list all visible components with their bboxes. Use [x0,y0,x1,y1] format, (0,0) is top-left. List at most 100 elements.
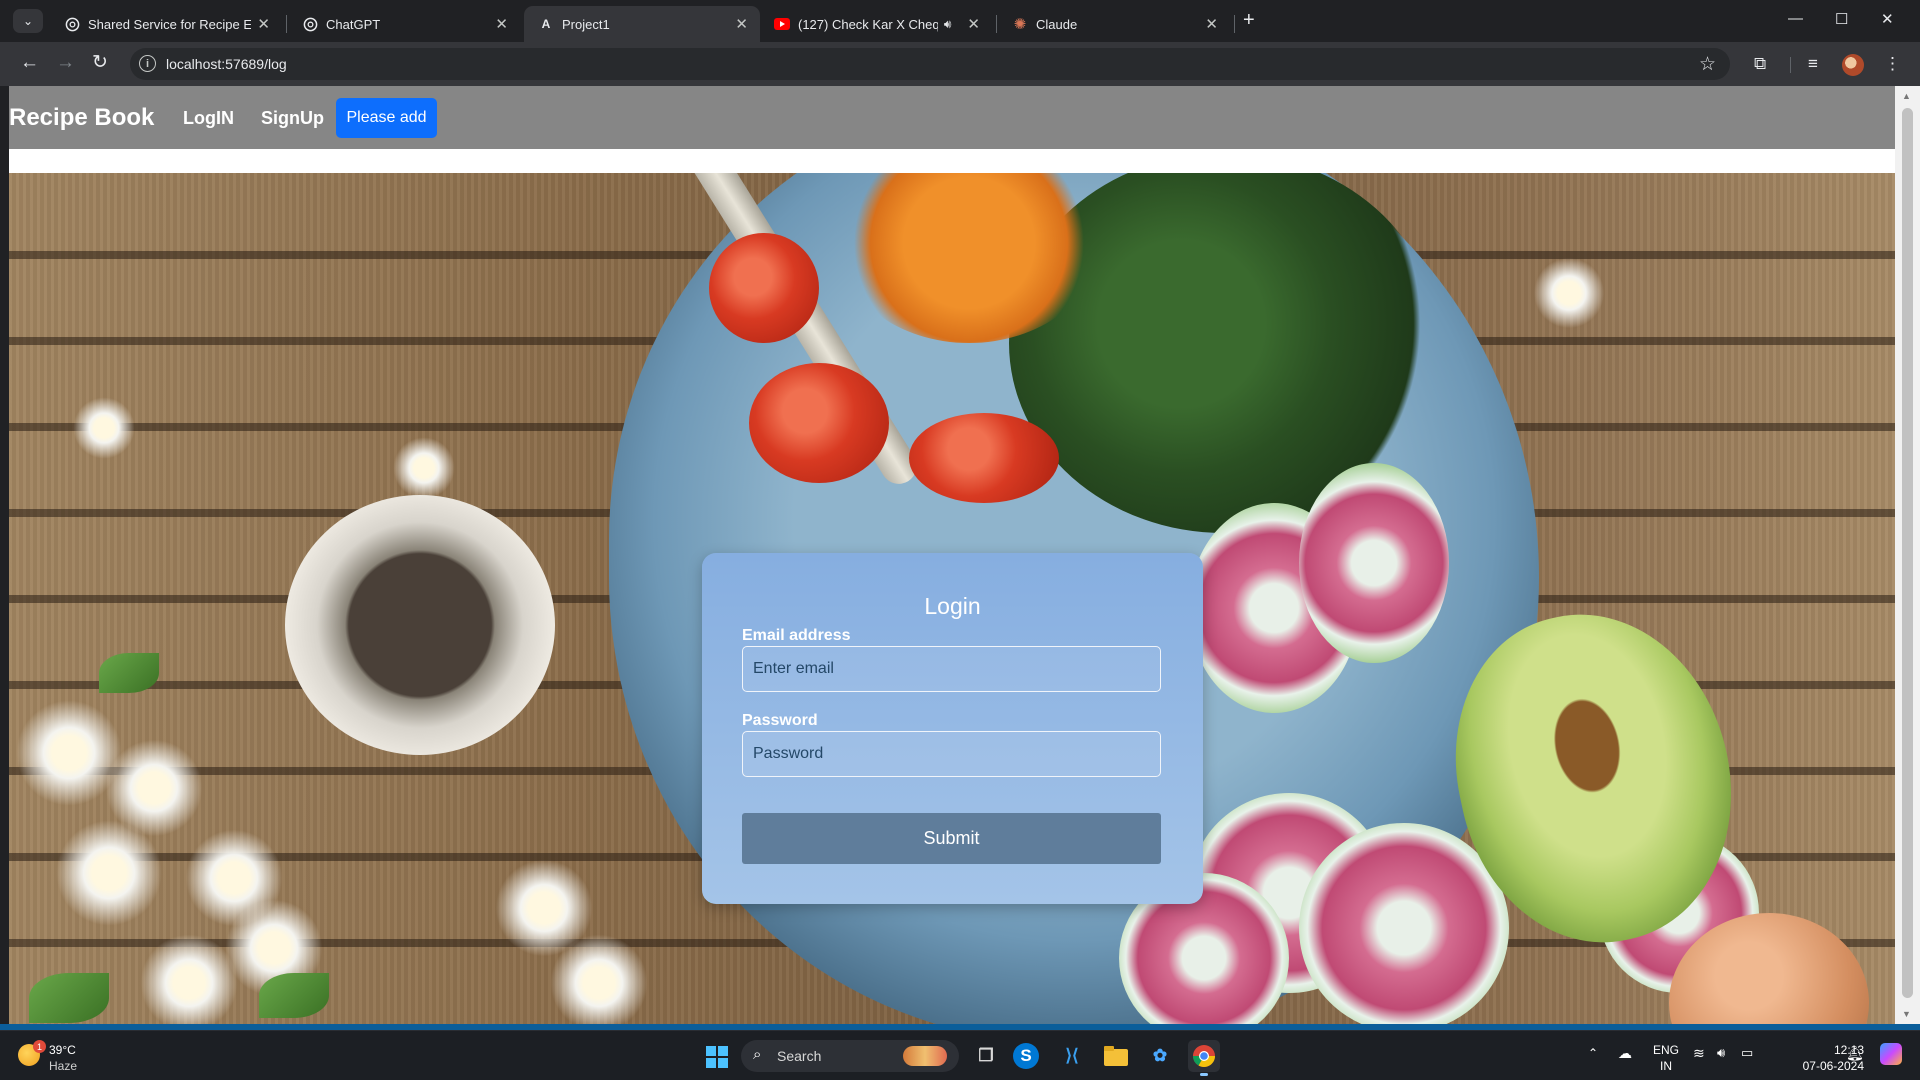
close-icon[interactable]: ✕ [967,15,980,33]
flower-image [539,933,659,1024]
flower-image [49,813,169,933]
nav-login-link[interactable]: LogIN [183,108,234,129]
url-text[interactable]: localhost:57689/log [166,56,287,72]
bookmark-star-icon[interactable]: ☆ [1699,53,1716,76]
login-card: Login Email address Password Submit [702,553,1203,904]
password-field[interactable] [742,731,1161,777]
language-indicator[interactable]: ENG [1653,1043,1679,1057]
toolbar-separator [1790,57,1791,73]
scrollbar-thumb[interactable] [1902,108,1913,998]
weather-temperature[interactable]: 39°C [49,1043,76,1057]
volume-icon[interactable]: 🔊︎ [1717,1045,1725,1061]
tab-project1[interactable]: A Project1 ✕ [524,6,760,42]
flower-image [389,433,459,503]
youtube-icon [774,16,790,32]
taskbar-search-label: Search [777,1048,822,1064]
close-icon[interactable]: ✕ [1205,15,1218,33]
windows-start-icon[interactable] [706,1046,728,1068]
tomato-image [749,363,889,483]
task-view-icon[interactable]: ❐ [970,1040,1002,1072]
hero-food-background: Login Email address Password Submit [9,173,1895,1024]
leaf-image [99,653,159,693]
chrome-icon[interactable] [1188,1040,1220,1076]
browser-toolbar: ← → ↻ i localhost:57689/log ☆ ⧉ ≡ ⋮ [0,42,1920,86]
taskbar-search-box[interactable]: ⌕ Search [741,1040,959,1072]
leaf-image [29,973,109,1023]
pepper-bowl-image [285,495,555,755]
tab-chatgpt[interactable]: ChatGPT ✕ [288,6,520,42]
new-tab-button[interactable]: + [1243,10,1255,30]
close-icon[interactable]: ✕ [495,15,508,33]
browser-tab-strip: ⌄ Shared Service for Recipe Edit ✕ ChatG… [0,0,1920,42]
onedrive-cloud-icon[interactable]: ☁ [1618,1045,1632,1062]
notification-bell-icon[interactable]: 🔔︎ [1846,1045,1864,1062]
windows-taskbar: 1 39°C Haze ⌕ Search ❐ S ⟩⟨ ✿ ⌃ ☁ ENG IN… [0,1030,1920,1080]
tab-search-button[interactable]: ⌄ [13,9,43,33]
forward-arrow-icon[interactable]: → [56,52,75,74]
chevron-down-icon: ⌄ [22,14,34,28]
speaker-icon[interactable]: 🔊︎ [944,17,952,32]
email-field[interactable] [742,646,1161,692]
tab-title: Project1 [562,16,610,32]
email-label: Email address [742,627,851,644]
openai-icon [64,16,80,32]
submit-button[interactable]: Submit [742,813,1161,864]
media-control-icon[interactable]: ≡ [1808,54,1818,74]
tab-separator [1234,15,1235,33]
page-viewport: Recipe Book LogIN SignUp Please add Logi… [9,86,1895,1024]
please-add-button[interactable]: Please add [336,98,437,138]
search-icon: ⌕ [753,1046,762,1063]
app-icon[interactable]: ✿ [1144,1040,1176,1072]
tab-title: (127) Check Kar X Cheques [798,16,938,32]
page-scrollbar[interactable]: ▲ ▼ [1895,86,1920,1024]
weather-badge: 1 [33,1040,46,1053]
radish-slice-image [1299,463,1449,663]
tray-overflow-icon[interactable]: ⌃ [1588,1046,1598,1060]
copilot-icon[interactable] [1880,1043,1902,1065]
tab-title: ChatGPT [326,16,381,32]
reload-icon[interactable]: ↻ [92,52,108,74]
address-bar[interactable]: i localhost:57689/log ☆ [130,48,1730,80]
tomato-image [709,233,819,343]
extensions-icon[interactable]: ⧉ [1754,54,1766,74]
close-icon[interactable]: ✕ [735,15,748,33]
maximize-icon[interactable]: ☐ [1835,10,1848,28]
tomato-image [909,413,1059,503]
skype-icon[interactable]: S [1013,1043,1039,1069]
language-region[interactable]: IN [1660,1059,1672,1073]
angular-icon: A [541,17,551,31]
flower-image [1529,253,1609,333]
active-indicator [1200,1073,1208,1076]
tab-title: Shared Service for Recipe Edit [88,16,252,32]
claude-icon: ✺ [1013,16,1027,33]
site-info-icon[interactable]: i [139,55,156,72]
password-label: Password [742,712,818,729]
login-title: Login [924,593,981,619]
close-icon[interactable]: ✕ [257,15,270,33]
tab-shared-service[interactable]: Shared Service for Recipe Edit ✕ [50,6,282,42]
battery-icon[interactable]: ▭ [1741,1045,1753,1061]
weather-condition[interactable]: Haze [49,1059,77,1073]
menu-kebab-icon[interactable]: ⋮ [1884,54,1901,74]
app-navbar: Recipe Book LogIN SignUp Please add [9,86,1895,149]
back-arrow-icon[interactable]: ← [20,52,39,74]
search-highlight-icon [903,1046,947,1066]
flower-image [69,393,139,463]
nav-signup-link[interactable]: SignUp [261,108,324,129]
minimize-icon[interactable]: — [1788,10,1803,27]
tab-separator [286,15,287,33]
scroll-up-icon[interactable]: ▲ [1902,91,1911,101]
tab-claude[interactable]: ✺ Claude ✕ [998,6,1230,42]
scroll-down-icon[interactable]: ▼ [1902,1009,1911,1019]
leaf-image [259,973,329,1018]
file-explorer-icon[interactable] [1100,1040,1132,1072]
close-window-icon[interactable]: ✕ [1881,10,1894,28]
wifi-icon[interactable]: ≋ [1693,1045,1705,1062]
vscode-icon[interactable]: ⟩⟨ [1056,1040,1088,1072]
tab-separator [996,15,997,33]
tab-youtube[interactable]: (127) Check Kar X Cheques 🔊︎ ✕ [760,6,992,42]
profile-avatar[interactable] [1842,54,1864,76]
openai-icon [302,16,318,32]
brand-title[interactable]: Recipe Book [9,104,154,132]
flower-image [129,933,249,1024]
